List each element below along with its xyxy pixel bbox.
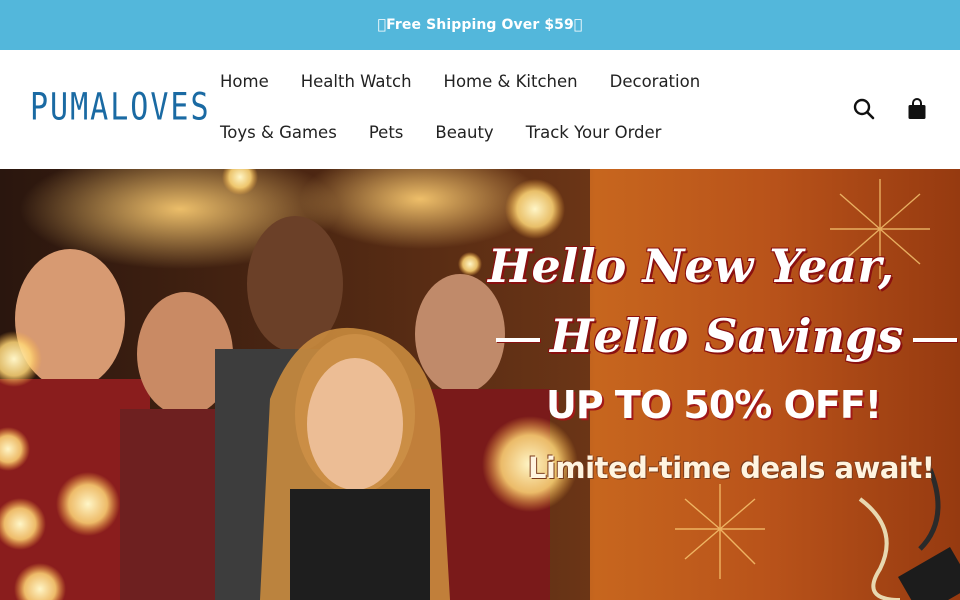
shopping-bag-icon <box>908 98 926 119</box>
nav-item-decoration[interactable]: Decoration <box>610 72 701 91</box>
nav-item-track-order[interactable]: Track Your Order <box>526 123 662 142</box>
main-nav-row-1: Home Health Watch Home & Kitchen Decorat… <box>220 72 732 91</box>
headline-dash-right <box>913 338 958 342</box>
hero-headline-line-1: Hello New Year, <box>488 239 895 293</box>
announcement-text:  Free Shipping Over $59  <box>377 17 583 33</box>
nav-item-pets[interactable]: Pets <box>369 123 404 142</box>
hero-subtext: Limited-time deals await! <box>528 451 935 485</box>
main-nav-row-2: Toys & Games Pets Beauty Track Your Orde… <box>220 123 693 142</box>
search-icon <box>853 98 875 120</box>
headline-dash-left <box>496 338 540 342</box>
announcement-bar:  Free Shipping Over $59  <box>0 0 960 50</box>
hero-banner[interactable]: Hello New Year, Hello Savings UP TO 50% … <box>0 169 960 600</box>
site-header: PUMALOVES Home Health Watch Home & Kitch… <box>0 50 960 169</box>
nav-item-beauty[interactable]: Beauty <box>435 123 493 142</box>
brand-logo[interactable]: PUMALOVES <box>30 86 211 130</box>
nav-item-health-watch[interactable]: Health Watch <box>301 72 412 91</box>
nav-item-home[interactable]: Home <box>220 72 269 91</box>
hero-headline-line-2-text: Hello Savings <box>550 309 904 363</box>
nav-item-toys-games[interactable]: Toys & Games <box>220 123 337 142</box>
hero-headline-line-2: Hello Savings <box>486 309 960 363</box>
hero-offer-text: UP TO 50% OFF! <box>546 383 882 427</box>
cart-button[interactable] <box>905 97 929 121</box>
search-button[interactable] <box>852 97 876 121</box>
nav-item-home-kitchen[interactable]: Home & Kitchen <box>444 72 578 91</box>
